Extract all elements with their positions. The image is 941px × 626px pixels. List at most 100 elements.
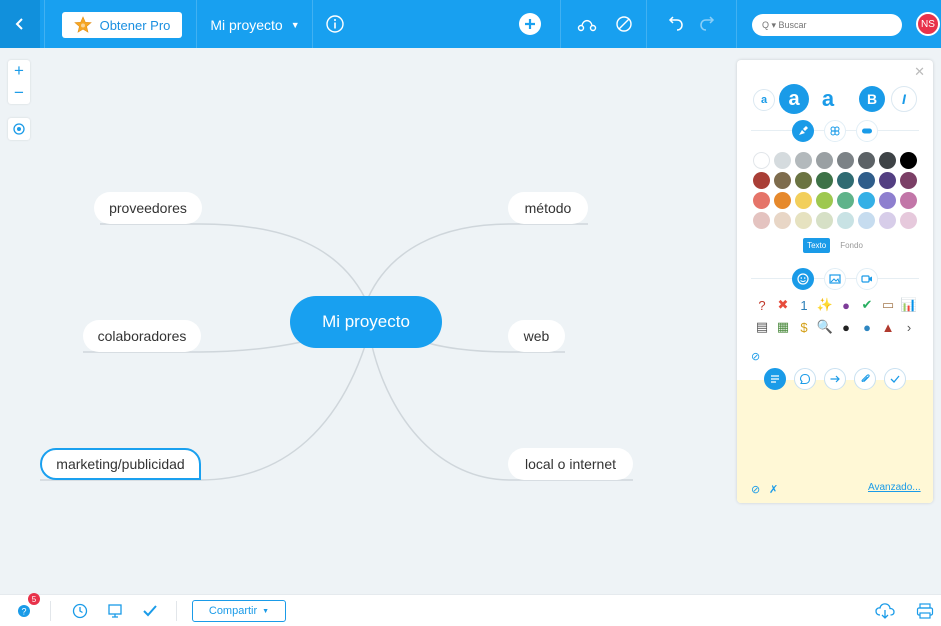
color-swatch[interactable] <box>795 152 812 169</box>
color-swatch[interactable] <box>900 212 917 229</box>
advanced-link[interactable]: Avanzado... <box>868 482 921 493</box>
get-pro-button[interactable]: Obtener Pro <box>62 12 182 38</box>
redo-button[interactable] <box>697 13 719 35</box>
clear-notes-icon[interactable]: ⊘ <box>751 483 760 496</box>
picker-icon[interactable]: 1 <box>795 296 813 314</box>
picker-icon[interactable]: ? <box>753 296 771 314</box>
undo-icon <box>668 16 683 31</box>
picker-icon[interactable]: ▦ <box>774 318 792 336</box>
picker-icon[interactable]: ▲ <box>879 318 897 336</box>
color-swatch[interactable] <box>774 192 791 209</box>
font-medium-button[interactable]: a <box>779 84 809 114</box>
root-node-label: Mi proyecto <box>322 312 410 331</box>
color-swatch[interactable] <box>900 172 917 189</box>
tab-border[interactable] <box>856 120 878 142</box>
font-small-button[interactable]: a <box>753 89 775 111</box>
color-swatch[interactable] <box>837 152 854 169</box>
undo-button[interactable] <box>664 13 686 35</box>
export-button[interactable] <box>874 601 896 621</box>
tab-color[interactable] <box>792 120 814 142</box>
tab-video[interactable] <box>856 268 878 290</box>
picker-icon[interactable]: $ <box>795 318 813 336</box>
back-button[interactable] <box>0 0 40 48</box>
picker-icon[interactable]: ● <box>858 318 876 336</box>
background-color-tab[interactable]: Fondo <box>836 238 867 253</box>
tab-icons[interactable] <box>792 268 814 290</box>
node-marketing-publicidad[interactable]: marketing/publicidad <box>40 448 201 480</box>
color-swatch[interactable] <box>837 172 854 189</box>
node-web[interactable]: web <box>508 320 565 352</box>
picker-icon[interactable]: ✔ <box>858 296 876 314</box>
clear-style-button[interactable] <box>613 13 635 35</box>
picker-icon[interactable]: ▤ <box>753 318 771 336</box>
color-swatch[interactable] <box>795 172 812 189</box>
color-swatch[interactable] <box>837 192 854 209</box>
color-swatch[interactable] <box>774 212 791 229</box>
tab-attachment[interactable] <box>854 368 876 390</box>
node-metodo[interactable]: método <box>508 192 588 224</box>
printer-icon <box>916 603 934 619</box>
color-swatch[interactable] <box>879 172 896 189</box>
color-swatch[interactable] <box>816 152 833 169</box>
color-swatch[interactable] <box>816 172 833 189</box>
picker-icon[interactable]: ✖ <box>774 296 792 314</box>
picker-icon[interactable]: › <box>900 318 918 336</box>
picker-icon[interactable]: ✨ <box>816 296 834 314</box>
search-input[interactable] <box>762 20 882 30</box>
picker-icon[interactable]: ▭ <box>879 296 897 314</box>
color-swatch[interactable] <box>837 212 854 229</box>
remove-icon-button[interactable]: ⊘ <box>751 350 760 363</box>
color-swatch[interactable] <box>753 172 770 189</box>
picker-icon[interactable]: 🔍 <box>816 318 834 336</box>
color-swatch[interactable] <box>816 212 833 229</box>
node-colaboradores[interactable]: colaboradores <box>83 320 201 352</box>
add-node-button[interactable] <box>519 13 541 35</box>
project-menu[interactable]: Mi proyecto ▼ <box>204 12 306 38</box>
color-swatch[interactable] <box>900 192 917 209</box>
tab-image[interactable] <box>824 268 846 290</box>
color-swatch[interactable] <box>879 192 896 209</box>
magic-wand-icon[interactable]: ✗ <box>769 483 778 496</box>
tab-shape[interactable] <box>824 120 846 142</box>
tab-link[interactable] <box>824 368 846 390</box>
tasks-button[interactable] <box>140 601 160 621</box>
color-swatch[interactable] <box>753 192 770 209</box>
color-swatch[interactable] <box>858 192 875 209</box>
color-swatch[interactable] <box>774 152 791 169</box>
close-icon[interactable]: ✕ <box>914 64 925 80</box>
font-large-button[interactable]: a <box>813 84 843 114</box>
tab-task[interactable] <box>884 368 906 390</box>
presentation-button[interactable] <box>104 601 126 621</box>
bold-button[interactable]: B <box>859 86 885 112</box>
comment-icon <box>799 373 811 385</box>
print-button[interactable] <box>914 601 936 621</box>
color-swatch[interactable] <box>753 152 770 169</box>
picker-icon[interactable]: 📊 <box>900 296 918 314</box>
color-swatch[interactable] <box>879 212 896 229</box>
info-button[interactable] <box>324 13 346 35</box>
color-swatch[interactable] <box>900 152 917 169</box>
connect-button[interactable] <box>576 13 598 35</box>
color-swatch[interactable] <box>816 192 833 209</box>
color-swatch[interactable] <box>858 212 875 229</box>
tab-comment[interactable] <box>794 368 816 390</box>
node-local-o-internet[interactable]: local o internet <box>508 448 633 480</box>
color-swatch[interactable] <box>753 212 770 229</box>
color-swatch[interactable] <box>774 172 791 189</box>
italic-button[interactable]: I <box>891 86 917 112</box>
text-color-tab[interactable]: Texto <box>803 238 831 253</box>
share-button[interactable]: Compartir ▼ <box>192 600 286 622</box>
node-proveedores[interactable]: proveedores <box>94 192 202 224</box>
user-avatar[interactable]: NS <box>916 12 940 36</box>
picker-icon[interactable]: ● <box>837 296 855 314</box>
color-swatch[interactable] <box>858 152 875 169</box>
history-button[interactable] <box>70 601 90 621</box>
search-box[interactable] <box>752 14 902 36</box>
root-node[interactable]: Mi proyecto <box>290 296 442 348</box>
tab-notes[interactable] <box>764 368 786 390</box>
color-swatch[interactable] <box>879 152 896 169</box>
color-swatch[interactable] <box>795 212 812 229</box>
color-swatch[interactable] <box>858 172 875 189</box>
color-swatch[interactable] <box>795 192 812 209</box>
picker-icon[interactable]: ● <box>837 318 855 336</box>
